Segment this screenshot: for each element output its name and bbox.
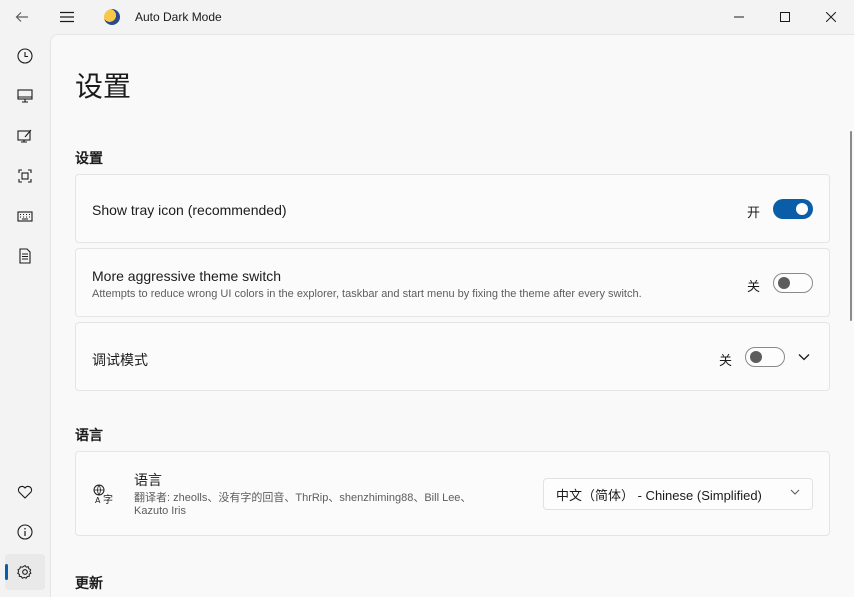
nav-item-donate[interactable]: [5, 474, 45, 510]
section-title-update: 更新: [75, 575, 103, 591]
title-bar: Auto Dark Mode: [0, 0, 854, 34]
nav-item-time[interactable]: [5, 38, 45, 74]
back-button[interactable]: [0, 0, 44, 34]
nav-item-display[interactable]: [5, 78, 45, 114]
chevron-down-icon: [790, 489, 800, 495]
hamburger-icon: [60, 11, 74, 23]
info-icon: [17, 524, 33, 540]
heart-icon: [17, 485, 33, 499]
svg-text:A: A: [95, 496, 101, 504]
vertical-scrollbar[interactable]: [850, 131, 852, 321]
language-select[interactable]: 中文（简体） - Chinese (Simplified): [543, 478, 813, 510]
toggle-knob: [750, 351, 762, 363]
settings-page: 设置 设置 Show tray icon (recommended) 开 Mor…: [50, 34, 854, 597]
side-nav: [0, 34, 50, 597]
back-arrow-icon: [15, 12, 28, 22]
toggle-knob: [778, 277, 790, 289]
language-setting: A 字 语言 翻译者: zheolls、没有字的回音、ThrRip、shenzh…: [75, 451, 830, 536]
svg-text:字: 字: [103, 493, 113, 504]
debug-mode-setting[interactable]: 调试模式 关: [75, 322, 830, 391]
nav-item-hotkeys[interactable]: [5, 198, 45, 234]
menu-button[interactable]: [45, 0, 89, 34]
expand-button[interactable]: [797, 350, 811, 364]
language-label: 语言: [134, 472, 162, 488]
chevron-down-icon: [798, 354, 810, 361]
tray-icon-setting: Show tray icon (recommended) 开: [75, 174, 830, 243]
tray-icon-state: 开: [747, 205, 761, 220]
app-logo-icon: [104, 9, 120, 25]
aggressive-switch-setting: More aggressive theme switch Attempts to…: [75, 248, 830, 317]
toggle-knob: [796, 203, 808, 215]
selected-indicator: [5, 564, 8, 580]
scan-icon: [18, 169, 32, 183]
debug-mode-state: 关: [719, 353, 733, 368]
nav-item-scripts[interactable]: [5, 158, 45, 194]
nav-item-settings[interactable]: [5, 554, 45, 590]
aggressive-switch-label: More aggressive theme switch: [92, 268, 282, 284]
nav-item-personalization[interactable]: [5, 118, 45, 154]
section-title-settings: 设置: [75, 150, 103, 166]
debug-mode-toggle[interactable]: [745, 347, 785, 367]
aggressive-switch-toggle[interactable]: [773, 273, 813, 293]
language-select-value: 中文（简体） - Chinese (Simplified): [556, 487, 762, 503]
window-title: Auto Dark Mode: [135, 10, 222, 24]
debug-mode-label: 调试模式: [92, 352, 148, 368]
app-window: Auto Dark Mode 设置 设置 Show tray icon (rec…: [0, 0, 854, 597]
translators-line-2: Kazuto Iris: [134, 505, 186, 517]
keyboard-icon: [17, 211, 33, 222]
aggressive-switch-desc: Attempts to reduce wrong UI colors in th…: [92, 288, 642, 300]
minimize-button[interactable]: [716, 0, 762, 34]
aggressive-switch-state: 关: [747, 279, 761, 294]
close-button[interactable]: [808, 0, 854, 34]
gear-icon: [17, 564, 32, 579]
clock-icon: [17, 48, 33, 64]
nav-item-log[interactable]: [5, 238, 45, 274]
tray-icon-toggle[interactable]: [773, 199, 813, 219]
language-icon: A 字: [93, 484, 113, 504]
nav-item-about[interactable]: [5, 514, 45, 550]
maximize-icon: [780, 12, 790, 22]
section-title-language: 语言: [75, 427, 103, 443]
page-title: 设置: [75, 71, 132, 102]
translators-line-1: 翻译者: zheolls、没有字的回音、ThrRip、shenzhiming88…: [134, 492, 472, 504]
paint-monitor-icon: [17, 129, 32, 143]
maximize-button[interactable]: [762, 0, 808, 34]
minimize-icon: [734, 16, 744, 18]
document-icon: [19, 248, 31, 264]
monitor-icon: [17, 89, 33, 103]
tray-icon-label: Show tray icon (recommended): [92, 202, 287, 218]
close-icon: [826, 12, 836, 22]
